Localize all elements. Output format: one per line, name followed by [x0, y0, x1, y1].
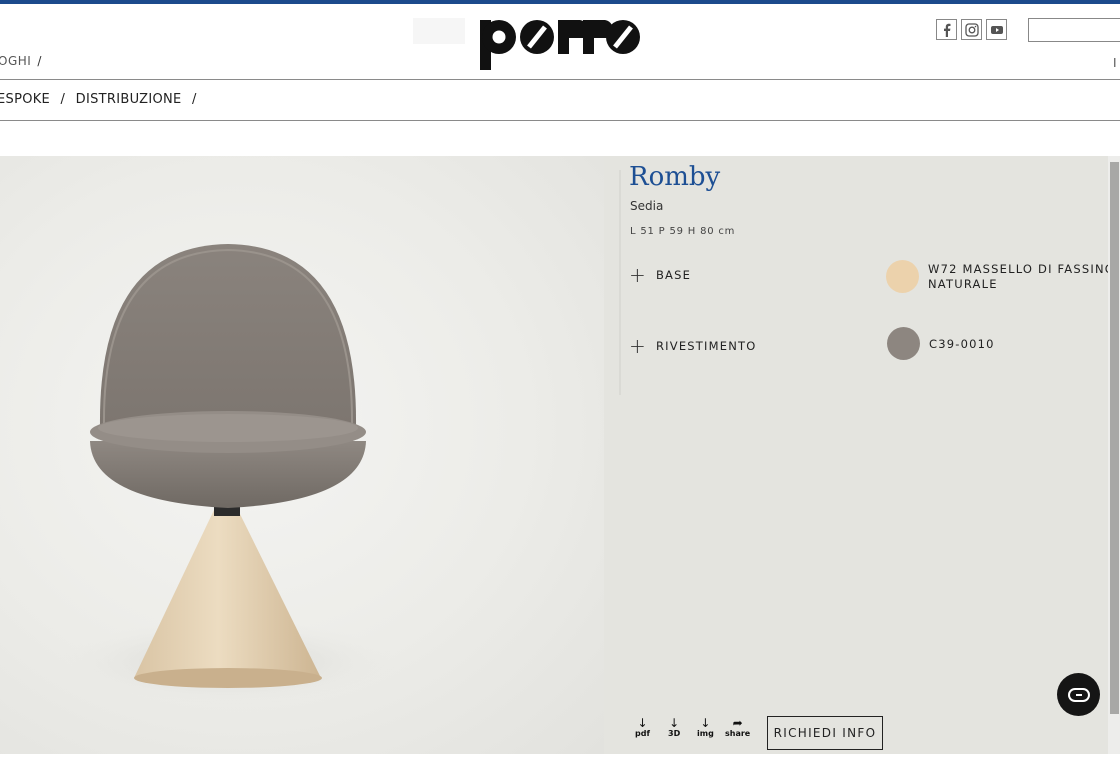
- main-nav: ESPOKE / DISTRIBUZIONE /: [0, 80, 1120, 121]
- site-header: OGHI / I: [0, 4, 1120, 80]
- download-icon: ↓: [669, 716, 680, 730]
- nav-item-distribuzione[interactable]: DISTRIBUZIONE: [76, 92, 182, 107]
- panel-divider: [619, 170, 621, 395]
- nav-separator: /: [60, 92, 66, 107]
- facebook-icon[interactable]: [936, 19, 957, 40]
- plus-icon: +: [629, 334, 647, 358]
- social-links: [936, 19, 1007, 40]
- option-label: BASE: [655, 268, 692, 282]
- option-label: RIVESTIMENTO: [655, 339, 757, 353]
- download-icon: ↓: [637, 716, 648, 730]
- nav-link-cataloghi[interactable]: OGHI: [0, 54, 31, 68]
- scrollbar-thumb[interactable]: [1110, 162, 1119, 714]
- search-input[interactable]: [1028, 18, 1120, 42]
- finish-label-base: W72 MASSELLO DI FASSINO NATURALE: [928, 262, 1115, 291]
- top-nav: OGHI /: [0, 54, 42, 68]
- share-icon: ➦: [732, 716, 743, 730]
- finish-swatch-base[interactable]: [886, 260, 919, 293]
- porro-logo[interactable]: [480, 14, 642, 72]
- option-toggle-base[interactable]: + BASE: [629, 263, 692, 287]
- download-3d-button[interactable]: ↓ 3D: [668, 717, 680, 738]
- language-selector[interactable]: I: [1113, 56, 1117, 70]
- product-info-panel: [604, 156, 1120, 754]
- request-info-button[interactable]: RICHIEDI INFO: [767, 716, 883, 750]
- chat-button[interactable]: [1057, 673, 1100, 716]
- share-button[interactable]: ➦ share: [725, 717, 750, 738]
- download-pdf-button[interactable]: ↓ pdf: [635, 717, 650, 738]
- logo-placeholder: [413, 18, 465, 44]
- product-category: Sedia: [630, 199, 664, 213]
- product-image[interactable]: [0, 156, 604, 754]
- product-stage: [0, 156, 1120, 754]
- finish-label-rivestimento: C39-0010: [929, 337, 995, 351]
- nav-separator: /: [192, 92, 197, 107]
- youtube-icon[interactable]: [986, 19, 1007, 40]
- product-dimensions: L 51 P 59 H 80 cm: [630, 226, 736, 237]
- bottom-strip: [0, 754, 1120, 758]
- instagram-icon[interactable]: [961, 19, 982, 40]
- download-img-button[interactable]: ↓ img: [697, 717, 714, 738]
- option-toggle-rivestimento[interactable]: + RIVESTIMENTO: [629, 334, 757, 358]
- download-icon: ↓: [700, 716, 711, 730]
- plus-icon: +: [629, 263, 647, 287]
- finish-swatch-rivestimento[interactable]: [887, 327, 920, 360]
- nav-item-bespoke[interactable]: ESPOKE: [0, 92, 50, 107]
- product-title: Romby: [629, 162, 721, 192]
- chat-icon: [1067, 687, 1090, 702]
- nav-separator: /: [37, 54, 42, 68]
